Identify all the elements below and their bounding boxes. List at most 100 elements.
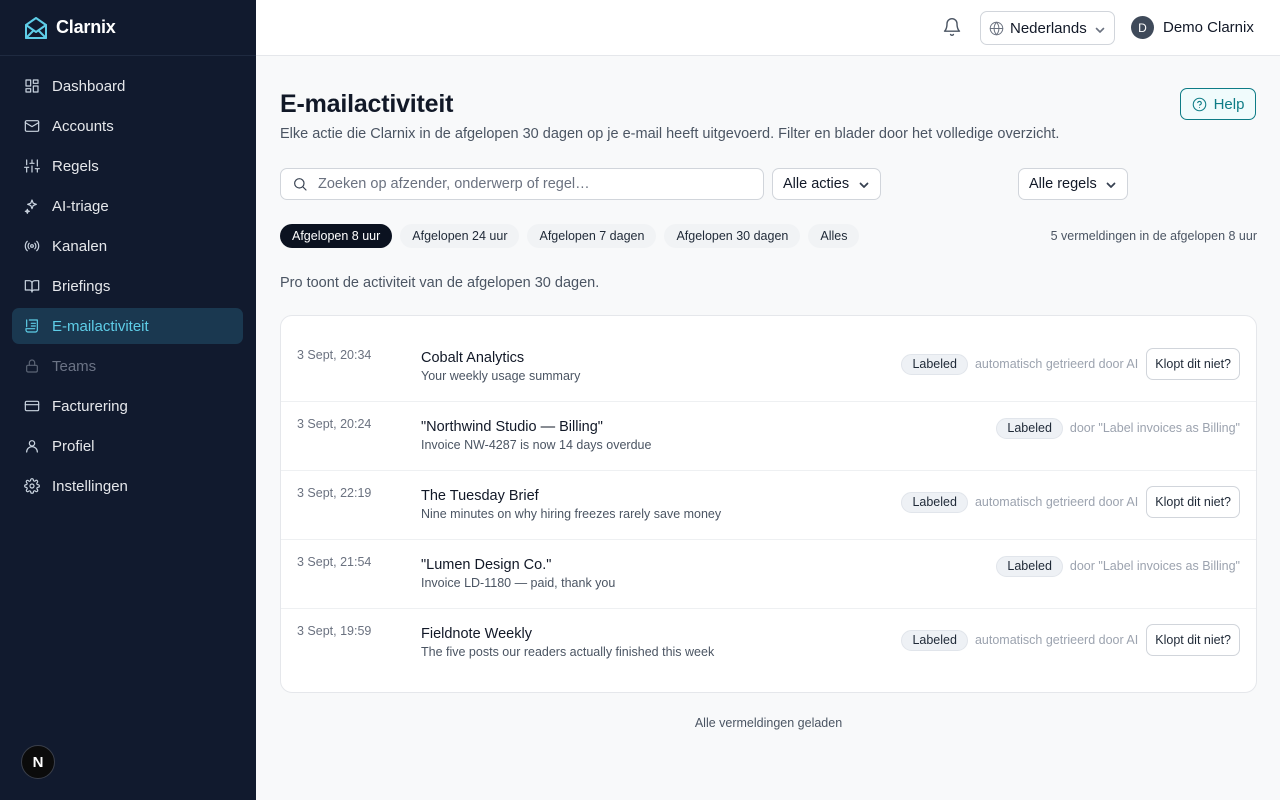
feedback-button[interactable]: Klopt dit niet? [1146,624,1240,656]
action-badge: Labeled [996,555,1063,577]
sidebar-item-label: Facturering [52,397,128,415]
sidebar-item-label: AI-triage [52,197,109,215]
credit-card-icon [24,398,40,414]
entry-subject: Your weekly usage summary [421,369,581,383]
sidebar: Clarnix Dashboard Accounts Regels AI-triage… [0,0,256,800]
search-icon [294,178,307,191]
time-filter-chips: Afgelopen 8 uur Afgelopen 24 uur Afgelopen… [280,224,867,248]
entry-meta: Labeled door "Label invoices as Billing" [996,417,1240,439]
sidebar-item-label: Regels [52,157,99,175]
action-badge: Labeled [901,353,968,375]
action-source: automatisch getrieerd door AI [974,357,1139,371]
sidebar-item-label: Instellingen [52,477,128,495]
help-label: Help [1213,95,1245,113]
time-filter-chip[interactable]: Afgelopen 7 dagen [527,224,657,248]
mail-icon [24,118,40,134]
gear-icon [24,478,40,494]
sidebar-item-briefings[interactable]: Briefings [12,268,243,304]
entry-sender: Fieldnote Weekly [421,626,532,642]
n-badge[interactable]: N [21,745,55,779]
sidebar-item-label: E-mailactiviteit [52,317,149,335]
sidebar-item-instellingen[interactable]: Instellingen [12,468,243,504]
entry-time: 3 Sept, 20:34 [297,348,372,362]
action-source: door "Label invoices as Billing" [1069,559,1240,573]
activity-row[interactable]: 3 Sept, 21:54 "Lumen Design Co." Invoice L… [281,540,1256,609]
sidebar-item-ai-triage[interactable]: AI-triage [12,188,243,224]
entry-meta: Labeled automatisch getrieerd door AI Klop… [901,348,1240,380]
entry-meta: Labeled door "Label invoices as Billing" [996,555,1240,577]
sidebar-item-accounts[interactable]: Accounts [12,108,243,144]
activity-list: 3 Sept, 20:34 Cobalt Analytics Your weekly… [280,315,1257,693]
page-subtitle: Elke actie die Clarnix in de afgelopen 3… [280,126,1060,142]
avatar: D [1131,16,1154,39]
feedback-button[interactable]: Klopt dit niet? [1146,348,1240,380]
book-icon [24,278,40,294]
sidebar-item-label: Kanalen [52,237,108,255]
activity-row[interactable]: 3 Sept, 20:24 "Northwind Studio — Billing… [281,402,1256,471]
sidebar-item-kanalen[interactable]: Kanalen [12,228,243,264]
sidebar-item-teams: Teams [12,348,243,384]
lock-icon [24,358,40,374]
entry-sender: "Lumen Design Co." [421,557,552,573]
search-input[interactable] [318,176,748,192]
search-box [280,168,764,200]
activity-row[interactable]: 3 Sept, 20:34 Cobalt Analytics Your weekly… [281,333,1256,402]
sidebar-item-profiel[interactable]: Profiel [12,428,243,464]
entry-time: 3 Sept, 20:24 [297,417,372,431]
help-circle-icon [1192,97,1206,111]
all-loaded-note: Alle vermeldingen geladen [694,716,843,730]
entry-sender: "Northwind Studio — Billing" [421,419,603,435]
sidebar-item-label: Teams [52,357,97,375]
entry-sender: Cobalt Analytics [421,350,525,366]
sidebar-nav: Dashboard Accounts Regels AI-triage Kanalen B… [0,56,256,504]
language-select[interactable]: Nederlands [980,11,1115,45]
sidebar-item-e-mailactiviteit[interactable]: E-mailactiviteit [12,308,243,344]
language-label: Nederlands [1010,19,1087,37]
sidebar-item-regels[interactable]: Regels [12,148,243,184]
rules-select[interactable]: Alle regels [1018,168,1128,200]
topbar: Nederlands D Demo Clarnix [256,0,1280,56]
activity-row[interactable]: 3 Sept, 19:59 Fieldnote Weekly The five po… [281,609,1256,678]
entry-time: 3 Sept, 22:19 [297,486,372,500]
chevron-down-icon [858,179,870,191]
activity-row[interactable]: 3 Sept, 22:19 The Tuesday Brief Nine minut… [281,471,1256,540]
action-badge: Labeled [901,491,968,513]
entry-subject: The five posts our readers actually fini… [421,645,715,659]
entry-subject: Invoice LD-1180 — paid, thank you [421,576,616,590]
entry-time: 3 Sept, 21:54 [297,555,372,569]
action-source: automatisch getrieerd door AI [974,633,1139,647]
sliders-icon [24,158,40,174]
sidebar-item-label: Dashboard [52,77,126,95]
action-badge: Labeled [996,417,1063,439]
clarnix-logo-icon [23,15,49,41]
help-button[interactable]: Help [1180,88,1256,120]
actions-select[interactable]: Alle acties [772,168,881,200]
brand-name: Clarnix [56,17,116,37]
activity-list-icon [24,318,40,334]
broadcast-icon [24,238,40,254]
entry-count: 5 vermeldingen in de afgelopen 8 uur [1050,229,1257,243]
action-badge: Labeled [901,629,968,651]
chevron-down-icon [1094,23,1106,35]
page-title: E-mailactiviteit [280,90,454,118]
time-filter-chip[interactable]: Afgelopen 30 dagen [664,224,801,248]
time-filter-chip[interactable]: Afgelopen 24 uur [400,224,520,248]
user-menu[interactable]: D Demo Clarnix [1131,16,1254,39]
sidebar-item-facturering[interactable]: Facturering [12,388,243,424]
bell-icon[interactable] [942,17,962,37]
user-icon [24,438,40,454]
time-filter-chip[interactable]: Afgelopen 8 uur [280,224,393,248]
feedback-button[interactable]: Klopt dit niet? [1146,486,1240,518]
time-filter-chip[interactable]: Alles [808,224,860,248]
user-name: Demo Clarnix [1163,19,1254,36]
action-source: automatisch getrieerd door AI [974,495,1139,509]
pro-note: Pro toont de activiteit van de afgelopen… [280,275,600,291]
brand[interactable]: Clarnix [0,0,256,56]
actions-select-value: Alle acties [783,176,850,192]
sidebar-item-label: Accounts [52,117,114,135]
globe-icon [989,21,1004,36]
entry-meta: Labeled automatisch getrieerd door AI Klop… [901,486,1240,518]
action-source: door "Label invoices as Billing" [1069,421,1240,435]
sidebar-item-dashboard[interactable]: Dashboard [12,68,243,104]
entry-time: 3 Sept, 19:59 [297,624,372,638]
